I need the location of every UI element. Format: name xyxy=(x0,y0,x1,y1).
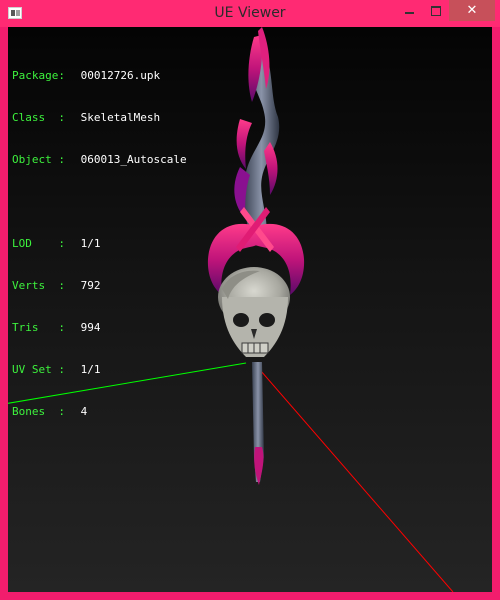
lod-label: LOD : xyxy=(12,237,65,250)
class-value: SkeletalMesh xyxy=(80,111,161,124)
minimize-icon xyxy=(404,12,414,14)
package-value: 00012726.upk xyxy=(80,69,161,82)
bones-label: Bones : xyxy=(12,405,65,418)
3d-viewport[interactable]: Package: 00012726.upk Class : SkeletalMe… xyxy=(8,27,492,592)
x-axis-line xyxy=(253,362,454,592)
verts-label: Verts : xyxy=(12,279,65,292)
tris-label: Tris : xyxy=(12,321,65,334)
maximize-icon xyxy=(431,5,441,16)
uvset-value: 1/1 xyxy=(80,363,101,376)
minimize-button[interactable] xyxy=(396,0,422,21)
object-value: 060013_Autoscale xyxy=(80,153,187,166)
package-label: Package: xyxy=(12,69,65,82)
bones-value: 4 xyxy=(80,405,88,418)
staff-bottom-spike xyxy=(254,447,264,485)
skull-eye-right xyxy=(259,313,275,327)
skull-eye-left xyxy=(233,313,249,327)
close-button[interactable]: ✕ xyxy=(449,0,495,21)
object-label: Object : xyxy=(12,153,65,166)
maximize-button[interactable] xyxy=(423,0,449,21)
lod-value: 1/1 xyxy=(80,237,101,250)
title-bar[interactable]: UE Viewer ✕ xyxy=(0,0,500,27)
app-window: UE Viewer ✕ Package: 00012726.upk Class … xyxy=(0,0,500,600)
close-icon: ✕ xyxy=(466,3,478,18)
uvset-label: UV Set : xyxy=(12,363,65,376)
mesh-info-overlay: Package: 00012726.upk Class : SkeletalMe… xyxy=(12,41,187,447)
skull-teeth xyxy=(241,342,269,354)
verts-value: 792 xyxy=(80,279,101,292)
tris-value: 994 xyxy=(80,321,101,334)
class-label: Class : xyxy=(12,111,65,124)
staff-blade-mid2 xyxy=(264,142,278,195)
